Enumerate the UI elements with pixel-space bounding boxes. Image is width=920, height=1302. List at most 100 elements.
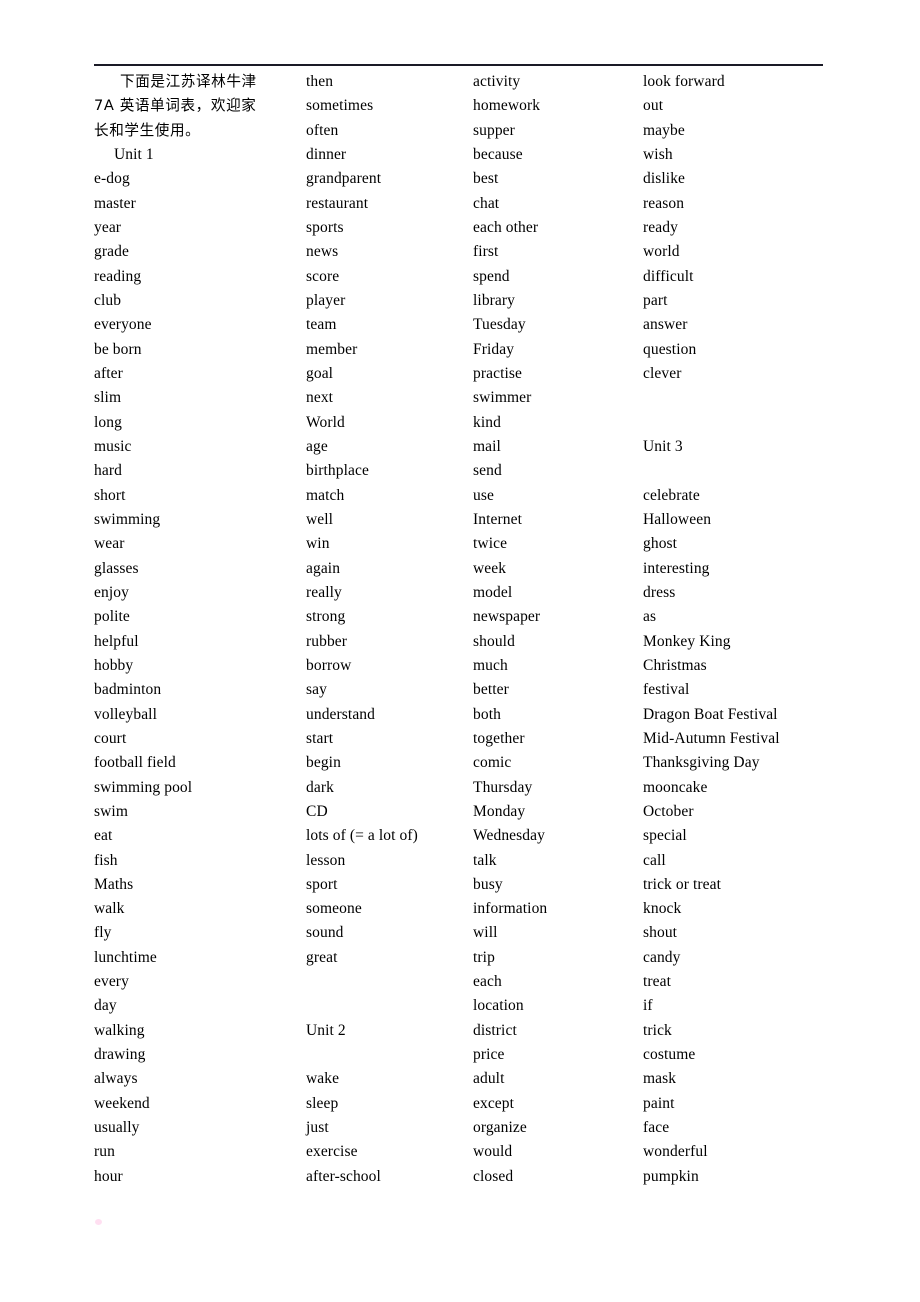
wordlist-entry: clever	[643, 364, 682, 382]
wordlist-entry: swimming pool	[94, 778, 193, 796]
wordlist-entry: pumpkin	[643, 1167, 699, 1185]
wordlist-entry: library	[473, 291, 516, 309]
wordlist-entry: Mid-Autumn Festival	[643, 729, 780, 747]
wordlist-entry: Monday	[473, 802, 526, 820]
wordlist-entry: exercise	[306, 1143, 358, 1161]
wordlist-entry: maybe	[643, 121, 685, 139]
wordlist-entry: swim	[94, 802, 128, 820]
wordlist-entry: walking	[94, 1021, 145, 1039]
wordlist-entry: trick	[643, 1021, 672, 1039]
wordlist-entry: as	[643, 608, 657, 626]
wordlist-spacer	[643, 386, 843, 410]
wordlist-entry: birthplace	[306, 462, 369, 480]
wordlist-entry: should	[473, 632, 515, 650]
wordlist-entry: dress	[643, 583, 676, 601]
wordlist-entry: Christmas	[643, 656, 707, 674]
wordlist-entry: busy	[473, 875, 503, 893]
wordlist-entry: Monkey King	[643, 632, 731, 650]
wordlist-entry: look forward	[643, 73, 725, 90]
wordlist-entry: dark	[306, 778, 334, 796]
wordlist-entry: football field	[94, 754, 176, 772]
wordlist-entry: question	[643, 340, 697, 358]
wordlist-entry: district	[473, 1021, 517, 1039]
wordlist-entry: court	[94, 729, 127, 747]
wordlist-entry: celebrate	[643, 486, 700, 504]
wordlist-entry: wish	[643, 145, 673, 163]
wordlist-entry: member	[306, 340, 358, 358]
wordlist-entry: short	[94, 486, 126, 504]
wordlist-entry: borrow	[306, 656, 352, 674]
wordlist-entry: year	[94, 218, 122, 236]
wordlist-entry: Unit 3	[643, 437, 683, 455]
wordlist-spacer	[306, 994, 466, 1018]
wordlist-entry: 下面是江苏译林牛津	[120, 73, 257, 90]
wordlist-entry: run	[94, 1143, 115, 1161]
wordlist-entry: 长和学生使用。	[94, 121, 201, 139]
wordlist-entry: understand	[306, 705, 376, 723]
wordlist-entry: hard	[94, 462, 122, 480]
wordlist-entry: face	[643, 1119, 670, 1137]
wordlist-entry: both	[473, 705, 501, 723]
wordlist-entry: Tuesday	[473, 316, 526, 334]
wordlist-entry: walk	[94, 900, 125, 918]
wordlist-entry: restaurant	[306, 194, 369, 212]
wordlist-entry: after-school	[306, 1167, 381, 1185]
wordlist-entry: fish	[94, 851, 118, 869]
wordlist-entry: be born	[94, 340, 142, 358]
wordlist-entry: best	[473, 170, 499, 188]
wordlist-entry: reading	[94, 267, 142, 285]
wordlist-entry: win	[306, 535, 330, 553]
wordlist-entry: chat	[473, 194, 500, 212]
wordlist-entry: Halloween	[643, 510, 712, 528]
wordlist-entry: strong	[306, 608, 346, 626]
wordlist-entry: enjoy	[94, 583, 129, 601]
wordlist-entry: first	[473, 243, 499, 261]
wordlist-entry: candy	[643, 948, 681, 966]
wordlist-entry: knock	[643, 900, 682, 918]
wordlist-entry: slim	[94, 389, 122, 407]
wordlist-entry: twice	[473, 535, 508, 553]
wordlist-entry: activity	[473, 73, 521, 90]
wordlist-entry: day	[94, 997, 117, 1015]
wordlist-entry: out	[643, 97, 664, 115]
wordlist-column-1: 下面是江苏译林牛津 7A 英语单词表，欢迎家 长和学生使用。 Unit 1 e-dog m…	[94, 70, 299, 1189]
wordlist-entry: eat	[94, 827, 113, 845]
wordlist-entry: glasses	[94, 559, 139, 577]
wordlist-entry: closed	[473, 1167, 514, 1185]
wordlist-entry: start	[306, 729, 334, 747]
wordlist-entry: sports	[306, 218, 344, 236]
wordlist-entry: CD	[306, 802, 328, 820]
wordlist-entry: swimmer	[473, 389, 532, 407]
wordlist-entry: newspaper	[473, 608, 541, 626]
wordlist-entry: spend	[473, 267, 510, 285]
wordlist-column-2: then sometimes often dinner grandparent resta…	[306, 70, 466, 1189]
wordlist-entry: wake	[306, 1070, 340, 1088]
wordlist-spacer	[643, 459, 843, 483]
wordlist-entry: just	[306, 1119, 329, 1137]
wordlist-entry: e-dog	[94, 170, 130, 188]
wordlist-entry: comic	[473, 754, 512, 772]
wordlist-entry: answer	[643, 316, 688, 334]
wordlist-entry: dislike	[643, 170, 686, 188]
wordlist-entry: paint	[643, 1094, 675, 1112]
wordlist-entry: someone	[306, 900, 362, 918]
wordlist-entry: Wednesday	[473, 827, 545, 845]
wordlist-entry: adult	[473, 1070, 505, 1088]
wordlist-entry: treat	[643, 973, 672, 991]
wordlist-entry: because	[473, 145, 523, 163]
wordlist-entry: mail	[473, 437, 501, 455]
wordlist-entry: hour	[94, 1167, 123, 1185]
wordlist-entry: grandparent	[306, 170, 382, 188]
wordlist-entry: really	[306, 583, 342, 601]
document-page: 下面是江苏译林牛津 7A 英语单词表，欢迎家 长和学生使用。 Unit 1 e-dog m…	[0, 0, 920, 1302]
wordlist-entry: special	[643, 827, 687, 845]
wordlist-spacer	[643, 411, 843, 435]
wordlist-entry: call	[643, 851, 666, 869]
wordlist-entry: lunchtime	[94, 948, 157, 966]
wordlist-entry: homework	[473, 97, 541, 115]
wordlist-entry: Friday	[473, 340, 515, 358]
wordlist-entry: then	[306, 73, 334, 90]
wordlist-entry: music	[94, 437, 132, 455]
wordlist-entry: club	[94, 291, 122, 309]
wordlist-entry: together	[473, 729, 525, 747]
